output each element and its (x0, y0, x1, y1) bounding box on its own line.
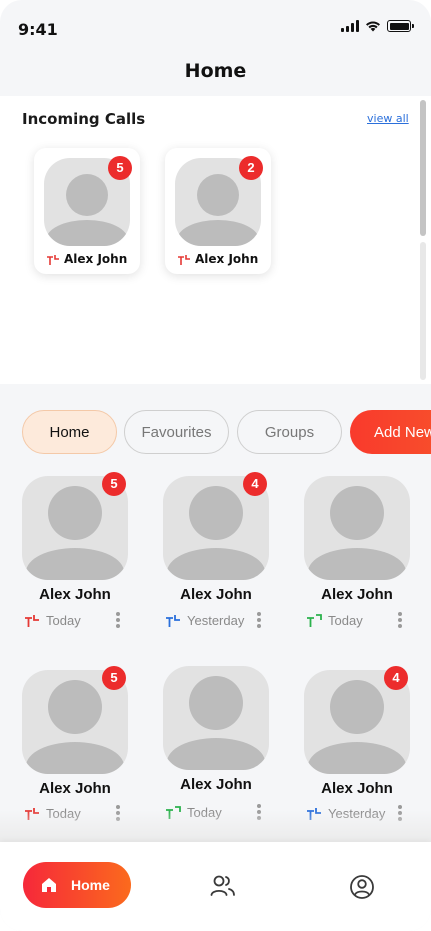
nav-home-label: Home (71, 877, 110, 893)
contact-card[interactable]: 5 Alex John Today (22, 472, 142, 636)
contact-name: Alex John (180, 776, 252, 793)
signal-icon (341, 20, 359, 32)
status-bar: 9:41 (0, 0, 431, 58)
scrollbar-thumb[interactable] (420, 100, 426, 236)
incoming-calls-panel: Incoming Calls view all 5 Alex John 2 Al… (0, 96, 431, 384)
contact-card[interactable]: 4 Alex John Yesterday (304, 666, 424, 830)
view-all-link[interactable]: view all (367, 112, 409, 125)
page-title: Home (184, 60, 247, 82)
call-meta: Today (22, 612, 128, 630)
phone-screen: 9:41 Home Incoming Calls view all 5 Alex (0, 0, 431, 931)
avatar (163, 666, 269, 770)
call-meta: Yesterday (163, 612, 269, 630)
incoming-calls-title: Incoming Calls (22, 110, 146, 128)
tab-favourites[interactable]: Favourites (124, 410, 229, 454)
status-icons (341, 20, 414, 32)
contact-card[interactable]: Alex John Today (304, 476, 424, 636)
filter-tabs: Home Favourites Groups Add New (0, 410, 431, 456)
scrollbar-track[interactable] (420, 242, 426, 380)
bottom-nav: Home (0, 842, 431, 931)
battery-icon (387, 20, 414, 32)
more-options-icon[interactable] (116, 612, 120, 628)
contact-name: Alex John (180, 586, 252, 603)
notification-badge: 4 (384, 666, 408, 690)
incoming-call-card[interactable]: 5 Alex John (34, 148, 140, 274)
contact-card[interactable]: 5 Alex John Today (22, 666, 142, 830)
wifi-icon (366, 21, 380, 32)
notification-badge: 4 (243, 472, 267, 496)
nav-home-button[interactable]: Home (23, 862, 131, 908)
notification-badge: 5 (102, 666, 126, 690)
missed-call-icon (47, 255, 59, 265)
tab-groups[interactable]: Groups (237, 410, 342, 454)
status-time: 9:41 (18, 20, 58, 39)
call-time: Today (46, 613, 81, 628)
incoming-call-card[interactable]: 2 Alex John (165, 148, 271, 274)
more-options-icon[interactable] (398, 612, 402, 628)
notification-badge: 5 (102, 472, 126, 496)
contact-card[interactable]: 4 Alex John Yesterday (163, 472, 283, 636)
contact-card[interactable]: Alex John Today (163, 666, 283, 826)
home-icon (42, 878, 56, 892)
avatar (304, 476, 410, 580)
contact-name: Alex John (321, 586, 393, 603)
outgoing-call-icon (166, 615, 180, 627)
missed-count-badge: 2 (239, 156, 263, 180)
more-options-icon[interactable] (257, 612, 261, 628)
tab-home[interactable]: Home (22, 410, 117, 454)
call-time: Today (328, 613, 363, 628)
contacts-icon[interactable] (210, 874, 236, 898)
contact-name: Alex John (321, 780, 393, 797)
call-meta: Today (304, 612, 410, 630)
add-new-button[interactable]: Add New (350, 410, 431, 454)
contact-name: Alex John (39, 780, 111, 797)
list-fade (0, 810, 431, 842)
call-time: Yesterday (187, 613, 245, 628)
missed-call-icon (25, 615, 39, 627)
missed-call-icon (178, 255, 190, 265)
contact-name: Alex John (39, 586, 111, 603)
caller-name: Alex John (195, 252, 259, 266)
incoming-call-icon (307, 614, 322, 627)
missed-count-badge: 5 (108, 156, 132, 180)
caller-name: Alex John (64, 252, 128, 266)
profile-icon[interactable] (349, 874, 375, 900)
